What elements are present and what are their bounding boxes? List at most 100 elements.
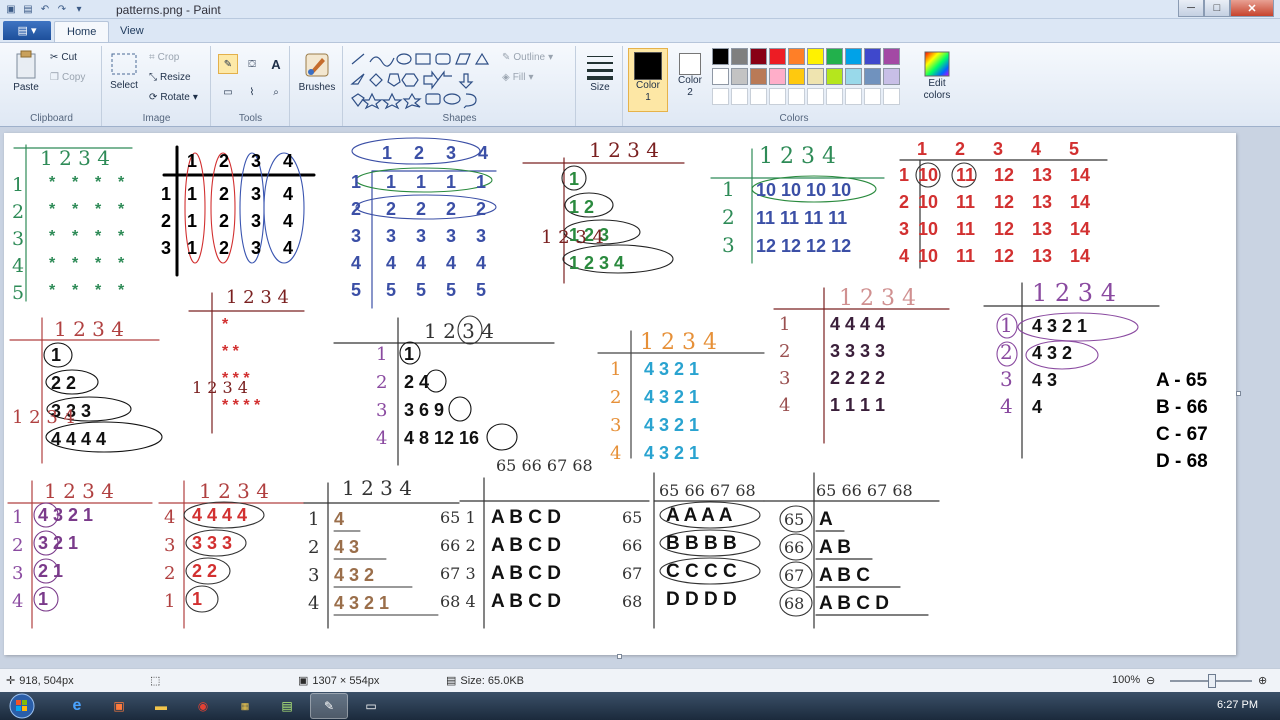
color1-button[interactable]: Color 1 (628, 48, 668, 112)
fill-tool[interactable]: ⛋ (242, 54, 262, 74)
rotate-button[interactable]: ⟳ Rotate ▾ (149, 92, 198, 103)
crop-button[interactable]: ⌗ Crop (149, 52, 179, 63)
taskbar-window[interactable]: ▭ (352, 693, 390, 719)
header-label: 1 2 3 4 (226, 287, 289, 308)
row-label: 1 (610, 359, 621, 380)
palette-swatch-empty[interactable] (883, 88, 900, 105)
palette-swatch[interactable] (845, 48, 862, 65)
redo-icon[interactable]: ↷ (55, 2, 69, 16)
select-button[interactable]: Select (105, 50, 143, 91)
palette-swatch-empty[interactable] (864, 88, 881, 105)
cell-value: 3 2 1 (38, 533, 78, 553)
star-mark: * * (222, 343, 240, 360)
copy-button[interactable]: ❐ Copy (50, 72, 85, 83)
cell-value: 2 (386, 199, 396, 219)
maximize-button[interactable]: □ (1204, 0, 1230, 17)
palette-swatch-empty[interactable] (845, 88, 862, 105)
taskbar-dosbox[interactable]: ▦ (226, 693, 264, 719)
zoom-slider[interactable] (1170, 674, 1252, 688)
cell-value: 4 4 4 4 (51, 429, 106, 449)
taskbar-chrome[interactable]: ◉ (184, 693, 222, 719)
customize-toolbar-icon[interactable]: ▾ (72, 2, 86, 16)
zoom-slider-thumb[interactable] (1208, 674, 1216, 688)
canvas-resize-handle-bottom[interactable] (617, 654, 622, 659)
outline-button[interactable]: ✎ Outline ▾ (502, 52, 553, 63)
palette-swatch[interactable] (750, 68, 767, 85)
paste-button[interactable]: Paste (8, 50, 44, 93)
paint-app-icon[interactable]: ▣ (4, 2, 18, 16)
canvas-resize-handle[interactable] (1236, 391, 1241, 396)
edit-colors-button[interactable]: Edit colors (916, 50, 958, 102)
palette-swatch[interactable] (712, 48, 729, 65)
palette-swatch[interactable] (788, 68, 805, 85)
pencil-tool[interactable]: ✎ (218, 54, 238, 74)
palette-swatch[interactable] (807, 48, 824, 65)
palette-swatch-empty[interactable] (807, 88, 824, 105)
paint-menu-button[interactable]: ▤ ▾ (3, 21, 51, 40)
palette-swatch[interactable] (864, 48, 881, 65)
palette-swatch[interactable] (750, 48, 767, 65)
palette-swatch-empty[interactable] (731, 88, 748, 105)
cut-button[interactable]: ✂ Cut (50, 52, 77, 63)
palette-swatch[interactable] (712, 68, 729, 85)
tab-home[interactable]: Home (54, 21, 110, 42)
palette-swatch[interactable] (731, 48, 748, 65)
color-picker-tool[interactable]: ⌇ (242, 82, 262, 102)
row-label: 3 (899, 219, 909, 239)
eraser-tool[interactable]: ▭ (218, 82, 238, 102)
row-label: 65 (784, 510, 804, 529)
taskbar-explorer[interactable]: ▬ (142, 693, 180, 719)
taskbar-paint[interactable]: ✎ (310, 693, 348, 719)
text-tool[interactable]: A (266, 54, 286, 74)
palette-swatch[interactable] (883, 48, 900, 65)
row-label: 3 (722, 233, 735, 257)
palette-swatch-empty[interactable] (788, 88, 805, 105)
palette-swatch[interactable] (826, 68, 843, 85)
magnifier-tool[interactable]: ⌕ (266, 82, 286, 102)
row-label: 4 (779, 395, 790, 416)
undo-icon[interactable]: ↶ (38, 2, 52, 16)
palette-swatch[interactable] (788, 48, 805, 65)
close-button[interactable]: ✕ (1230, 0, 1274, 17)
cell-value: 5 (446, 280, 456, 300)
size-button[interactable]: Size (581, 50, 619, 93)
cell-value: 1 (476, 172, 486, 192)
palette-swatch[interactable] (845, 68, 862, 85)
palette-swatch[interactable] (731, 68, 748, 85)
row-label: 1 (308, 509, 319, 530)
window-title: patterns.png - Paint (116, 3, 221, 17)
cell-value: 12 (994, 165, 1014, 185)
fill-button[interactable]: ◈ Fill ▾ (502, 72, 534, 83)
shapes-gallery[interactable] (348, 50, 496, 110)
palette-swatch[interactable] (883, 68, 900, 85)
taskbar-app[interactable]: ▣ (100, 693, 138, 719)
palette-swatch-empty[interactable] (750, 88, 767, 105)
minimize-button[interactable]: ─ (1178, 0, 1204, 17)
selection-icon: ⬚ (150, 675, 161, 687)
palette-swatch-empty[interactable] (826, 88, 843, 105)
palette-swatch-empty[interactable] (769, 88, 786, 105)
header-label: 65 66 67 68 (496, 456, 593, 475)
palette-swatch-empty[interactable] (712, 88, 729, 105)
taskbar-internet-explorer[interactable]: e (58, 693, 96, 719)
zoom-in-button[interactable]: ⊕ (1258, 674, 1267, 687)
zoom-out-button[interactable]: ⊖ (1146, 674, 1155, 687)
start-button[interactable] (2, 692, 42, 720)
tab-view[interactable]: View (108, 21, 156, 42)
dosbox-icon: ▦ (240, 700, 250, 711)
cell-value: 4 (283, 238, 293, 258)
brushes-button[interactable]: Brushes (297, 50, 337, 93)
cell-value: A (819, 509, 833, 530)
taskbar-notepad[interactable]: ▤ (268, 693, 306, 719)
cell-value: A A A A (666, 505, 733, 526)
color2-button[interactable]: Color 2 (672, 51, 708, 99)
palette-swatch[interactable] (807, 68, 824, 85)
header-label: 1 2 3 4 (54, 317, 124, 341)
drawing-canvas[interactable]: 1 2 3 4 1 * * * * 2 * * * * 3 * * * * 4 * * * * 5 * * * * 1 2 3 4 1 1 2 3… (4, 133, 1236, 655)
resize-button[interactable]: ⤡ Resize (149, 72, 191, 83)
palette-swatch[interactable] (864, 68, 881, 85)
palette-swatch[interactable] (769, 68, 786, 85)
palette-swatch[interactable] (826, 48, 843, 65)
palette-swatch[interactable] (769, 48, 786, 65)
save-icon[interactable]: ▤ (21, 2, 35, 16)
